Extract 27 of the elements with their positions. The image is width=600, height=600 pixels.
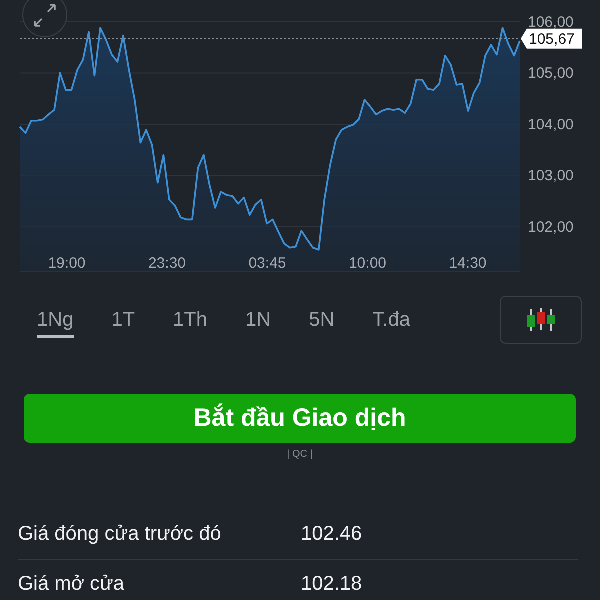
expand-icon[interactable] [22,0,68,38]
range-tab[interactable]: 1T [112,302,136,338]
candlestick-icon [526,307,556,333]
x-tick-label: 19:00 [48,255,86,272]
y-tick-label: 102,00 [528,218,574,236]
stat-value: 102.18 [301,573,362,596]
stat-label: Giá đóng cửa trước đó [18,523,222,546]
x-tick-label: 23:30 [148,255,186,272]
y-tick-label: 104,00 [528,116,574,134]
y-tick-label: 105,00 [528,65,574,82]
start-trading-button[interactable]: Bắt đầu Giao dịch [24,394,576,443]
range-tab[interactable]: 1Th [173,302,208,338]
current-price-tag: 105,67 [521,28,582,49]
x-tick-label: 03:45 [248,255,286,272]
x-tick-label: 10:00 [348,255,387,272]
range-tab[interactable]: 1N [246,302,272,338]
stat-label: Giá mở cửa [18,573,126,596]
ad-label: | QC | [287,449,313,460]
ref-line-label: 105,67 [529,30,575,48]
x-tick-label: 14:30 [449,255,487,272]
range-tab[interactable]: T.đa [372,302,410,338]
range-tab[interactable]: 5N [309,302,335,338]
chart-type-button[interactable] [500,296,582,344]
y-tick-label: 103,00 [528,168,574,185]
range-tab[interactable]: 1Ng [37,302,74,338]
y-tick-label: 106,00 [528,14,574,31]
stat-value: 102.46 [301,523,362,546]
